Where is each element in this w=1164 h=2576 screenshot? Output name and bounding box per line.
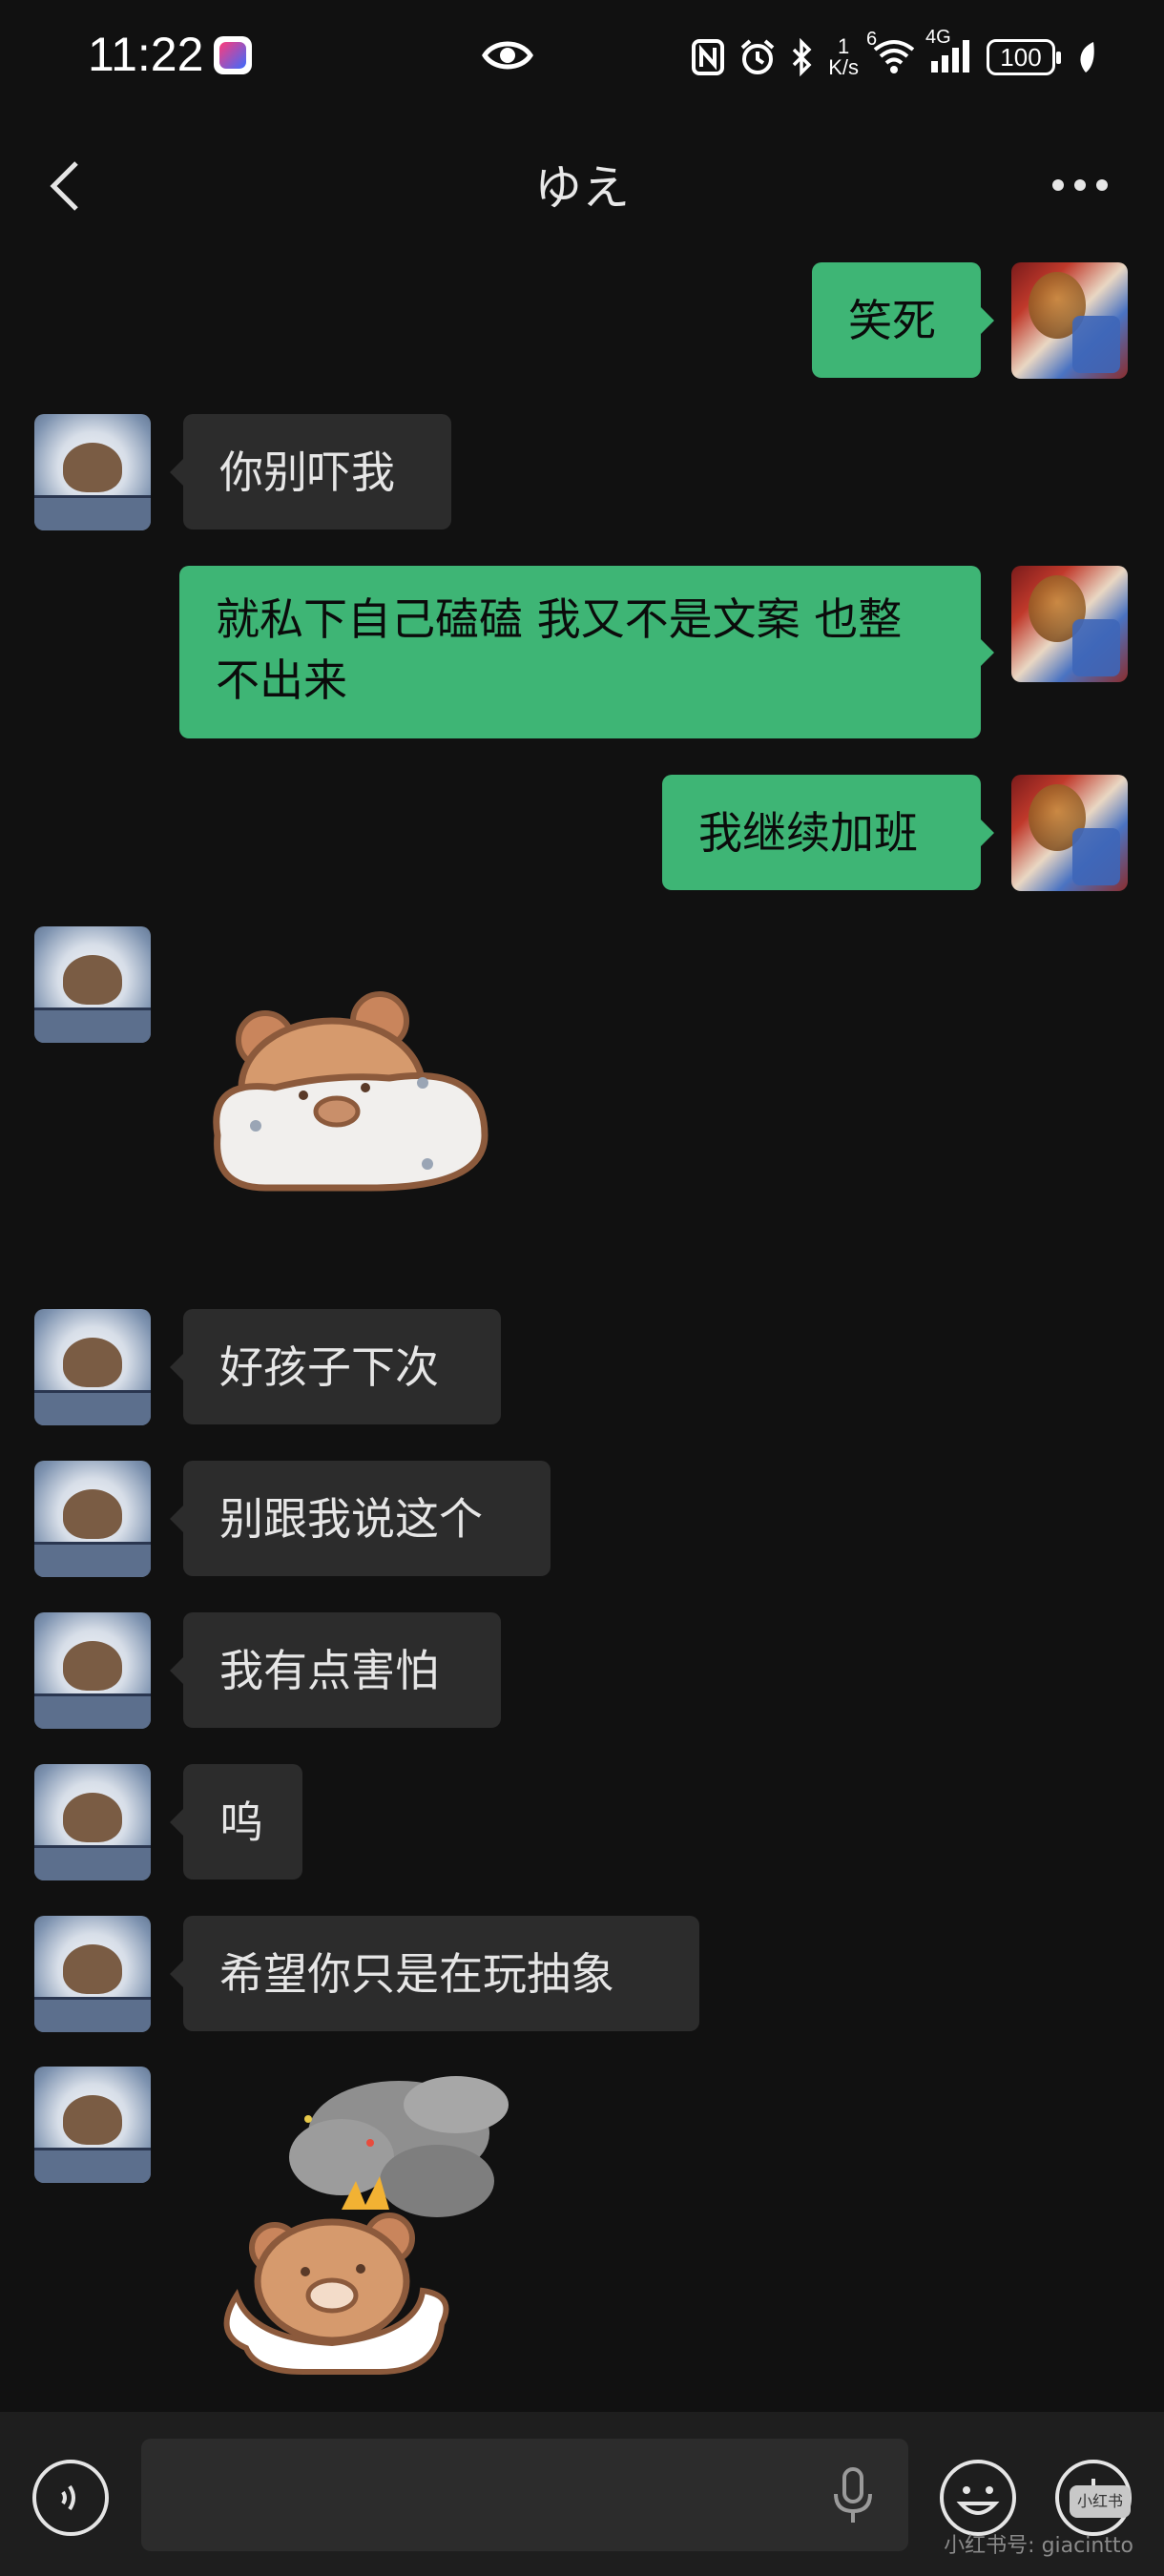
mic-icon[interactable]: [832, 2467, 874, 2524]
contact-avatar[interactable]: [34, 1612, 151, 1729]
received-message-bubble[interactable]: 希望你只是在玩抽象: [170, 1916, 699, 2031]
received-message-bubble[interactable]: 你别吓我: [170, 414, 451, 530]
bear-smoke-sticker[interactable]: [198, 2067, 532, 2391]
my-avatar[interactable]: [1011, 566, 1128, 682]
alarm-icon: [740, 39, 775, 74]
received-message-bubble[interactable]: 呜: [170, 1764, 302, 1880]
contact-avatar[interactable]: [34, 1461, 151, 1577]
chat-title: ゆえ: [534, 160, 630, 216]
watermark-text: 小红书号: giacintto: [944, 2534, 1133, 2558]
battery-icon: 100: [987, 39, 1061, 75]
message-input[interactable]: [141, 2439, 908, 2551]
emoji-icon[interactable]: [938, 2458, 1018, 2538]
status-bar: 11:22 1 K/s 6 4G 100: [0, 0, 1164, 114]
contact-avatar[interactable]: [34, 414, 151, 530]
sent-message-bubble[interactable]: 笑死: [812, 262, 994, 378]
watermark-logo: 小红书: [1070, 2485, 1131, 2518]
received-message-bubble[interactable]: 别跟我说这个: [170, 1461, 551, 1576]
contact-avatar[interactable]: [34, 1764, 151, 1880]
wifi-icon: 6: [866, 29, 916, 78]
contact-avatar[interactable]: [34, 926, 151, 1043]
voice-button[interactable]: [32, 2460, 109, 2536]
received-message-bubble[interactable]: 好孩子下次: [170, 1309, 501, 1424]
received-message-bubble[interactable]: 我有点害怕: [170, 1612, 501, 1728]
bear-lying-sticker[interactable]: [198, 983, 513, 1212]
sent-message-bubble[interactable]: 就私下自己磕磕 我又不是文案 也整不出来: [179, 566, 994, 738]
network-speed: 1 K/s: [828, 34, 859, 79]
sent-message-bubble[interactable]: 我继续加班: [662, 775, 994, 890]
chat-header: ゆえ: [0, 129, 1164, 234]
nfc-icon: [692, 39, 725, 75]
status-icons: 1 K/s 6 4G 100: [691, 27, 1097, 86]
my-avatar[interactable]: [1011, 262, 1128, 379]
eye-icon: [482, 41, 533, 70]
bluetooth-icon: [792, 38, 812, 76]
voice-icon: [61, 2484, 75, 2511]
more-icon[interactable]: [1051, 178, 1109, 192]
leaf-icon: [1080, 42, 1094, 73]
app-notification-icon: [214, 36, 252, 74]
signal-icon: 4G: [925, 27, 973, 78]
contact-avatar[interactable]: [34, 2067, 151, 2183]
status-time: 11:22: [88, 28, 204, 81]
my-avatar[interactable]: [1011, 775, 1128, 891]
contact-avatar[interactable]: [34, 1309, 151, 1425]
contact-avatar[interactable]: [34, 1916, 151, 2032]
